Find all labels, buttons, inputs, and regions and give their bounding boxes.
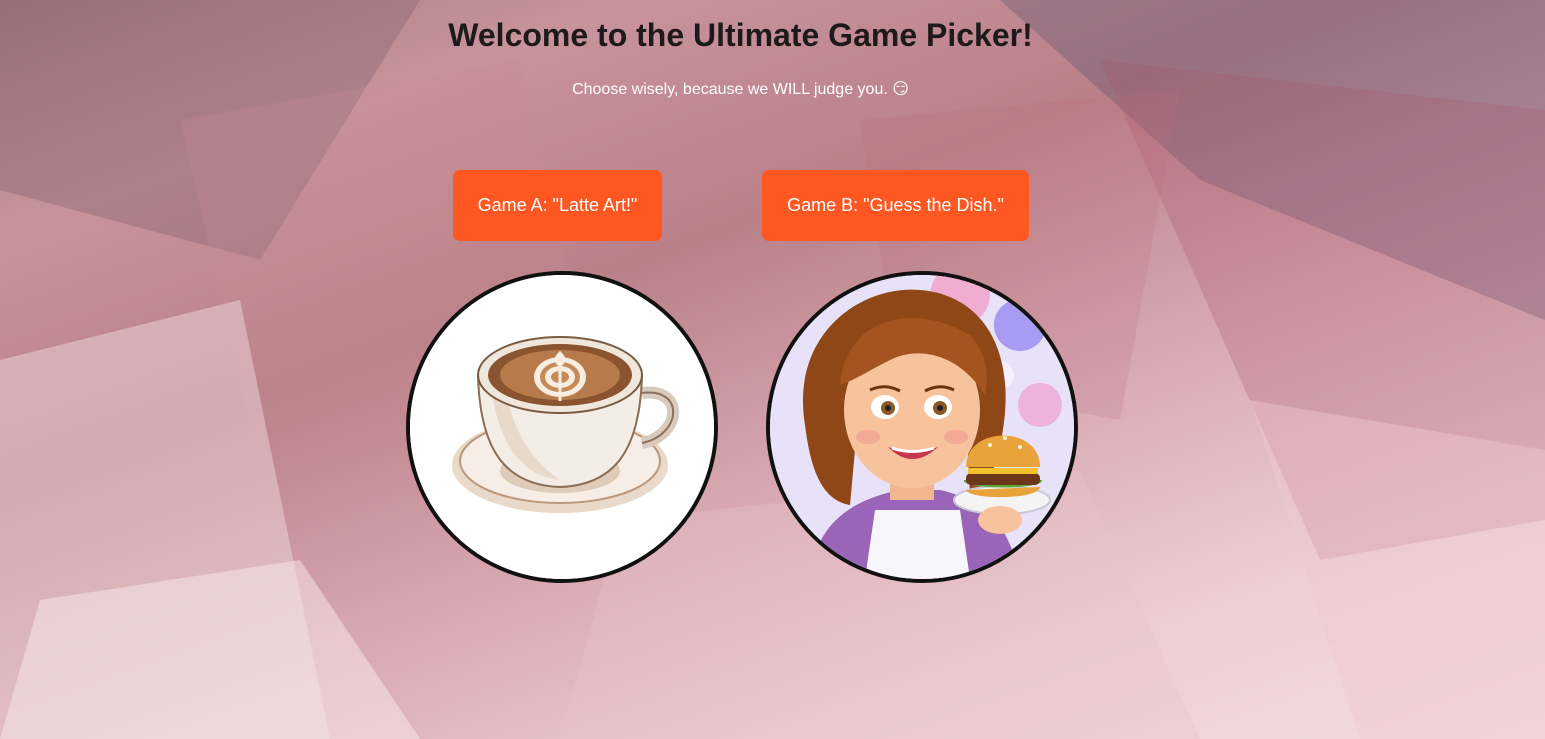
- chef-girl-burger-image[interactable]: [766, 271, 1078, 583]
- page-subtitle: Choose wisely, because we WILL judge you…: [572, 81, 909, 98]
- game-b-button[interactable]: Game B: "Guess the Dish.": [762, 170, 1029, 241]
- latte-art-image[interactable]: [406, 271, 718, 583]
- page-title: Welcome to the Ultimate Game Picker!: [448, 17, 1033, 53]
- game-a-button[interactable]: Game A: "Latte Art!": [453, 170, 662, 241]
